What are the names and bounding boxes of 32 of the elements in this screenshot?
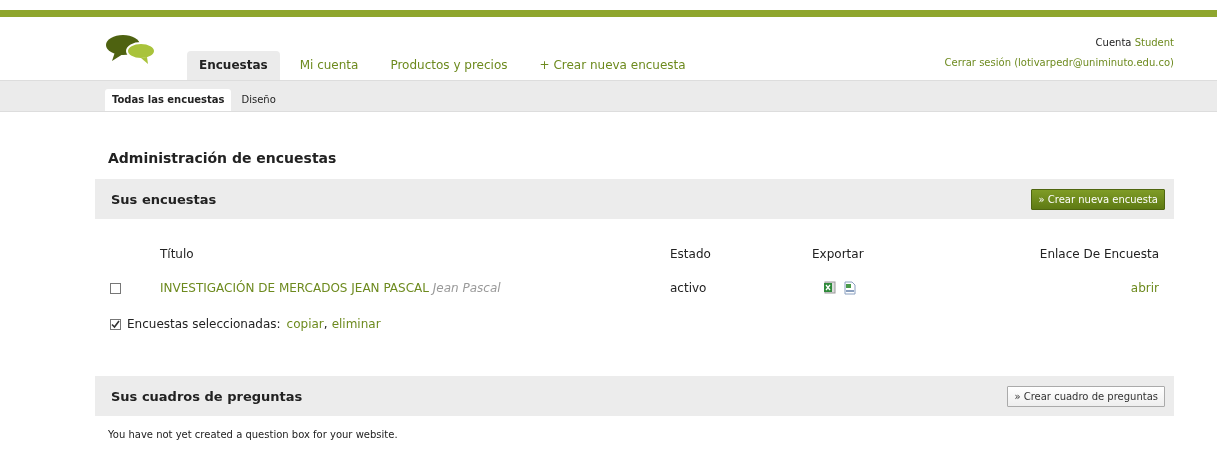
nav-tab[interactable]: Productos y precios xyxy=(378,51,520,80)
logout-link[interactable]: Cerrar sesión (lotivarpedr@uniminuto.edu.co) xyxy=(944,52,1174,73)
open-link[interactable]: abrir xyxy=(1130,281,1159,295)
nav-tab[interactable]: + Crear nueva encuesta xyxy=(527,51,698,80)
survey-status: activo xyxy=(670,280,708,297)
empty-message: You have not yet created a question box for your website. xyxy=(108,429,399,440)
checkbox[interactable] xyxy=(110,283,121,294)
bulk-label: Encuestas seleccionadas: xyxy=(127,317,281,331)
column-header: Enlace De Encuesta xyxy=(1038,246,1159,263)
nav-tab[interactable]: Mi cuenta xyxy=(287,51,371,80)
account-label: Cuenta xyxy=(1095,36,1132,48)
survey-title-link[interactable]: INVESTIGACIÓN DE MERCADOS JEAN PASCAL xyxy=(160,281,429,295)
create-button[interactable]: » Crear cuadro de preguntas xyxy=(1007,385,1165,407)
column-header: Título xyxy=(160,246,195,263)
spreadsheet-icon[interactable] xyxy=(824,281,836,294)
column-header: Exportar xyxy=(812,246,865,263)
speech-bubbles-icon xyxy=(105,34,157,66)
page-title: Administración de encuestas xyxy=(108,150,338,166)
checkbox[interactable] xyxy=(110,318,121,330)
action-link[interactable]: eliminar xyxy=(331,317,381,331)
panel-title: Sus cuadros de preguntas xyxy=(111,388,303,404)
survey-author: Jean Pascal xyxy=(432,281,501,295)
account-plan: Student xyxy=(1134,36,1174,48)
panel-title: Sus encuestas xyxy=(111,191,217,207)
sub-tab[interactable]: Diseño xyxy=(234,89,283,111)
sub-tab[interactable]: Todas las encuestas xyxy=(105,89,232,111)
nav-tab[interactable]: Encuestas xyxy=(187,51,280,80)
create-button[interactable]: » Crear nueva encuesta xyxy=(1031,188,1165,210)
separator-comma: , xyxy=(323,317,328,331)
action-link[interactable]: copiar xyxy=(286,317,324,331)
csv-file-icon[interactable] xyxy=(844,281,856,295)
column-header: Estado xyxy=(670,246,712,263)
